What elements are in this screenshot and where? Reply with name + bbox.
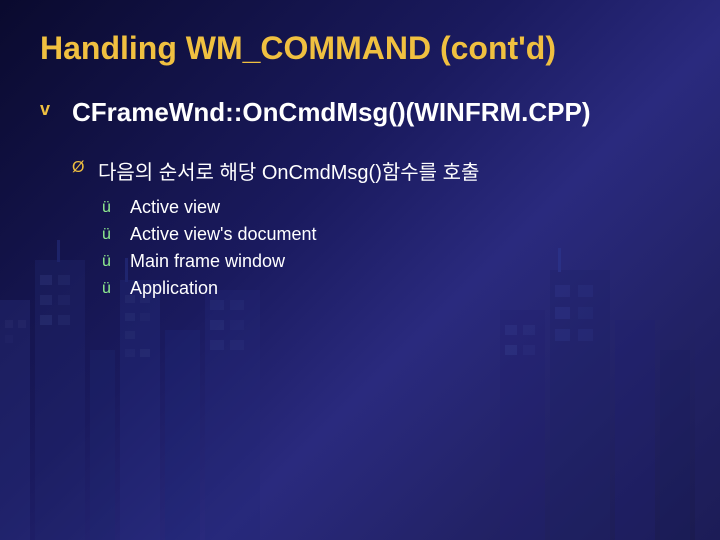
slide-content: Handling WM_COMMAND (cont'd) v CFrameWnd… (0, 0, 720, 329)
check-marker: ü (102, 253, 120, 271)
sub-section: Ø 다음의 순서로 해당 OnCmdMsg()함수를 호출 ü Active vi… (72, 156, 680, 299)
sub-text: 다음의 순서로 해당 OnCmdMsg()함수를 호출 (98, 156, 479, 185)
check-text: Active view (130, 197, 220, 218)
function-title: CFrameWnd::OnCmdMsg()(WINFRM.CPP) (72, 97, 591, 128)
check-marker: ü (102, 280, 120, 298)
arrow-bullet: Ø 다음의 순서로 해당 OnCmdMsg()함수를 호출 (72, 156, 680, 185)
checklist: ü Active view ü Active view's document ü Main… (102, 197, 680, 299)
check-text: Application (130, 278, 218, 299)
check-item: ü Application (102, 278, 680, 299)
check-item: ü Active view's document (102, 224, 680, 245)
check-item: ü Active view (102, 197, 680, 218)
main-bullet: v CFrameWnd::OnCmdMsg()(WINFRM.CPP) (40, 97, 680, 128)
arrow-marker: Ø (72, 159, 88, 177)
v-marker: v (40, 99, 60, 120)
check-marker: ü (102, 199, 120, 217)
main-section: v CFrameWnd::OnCmdMsg()(WINFRM.CPP) Ø 다음… (40, 97, 680, 299)
check-text: Active view's document (130, 224, 317, 245)
check-text: Main frame window (130, 251, 285, 272)
slide-title: Handling WM_COMMAND (cont'd) (40, 30, 680, 67)
check-item: ü Main frame window (102, 251, 680, 272)
check-marker: ü (102, 226, 120, 244)
